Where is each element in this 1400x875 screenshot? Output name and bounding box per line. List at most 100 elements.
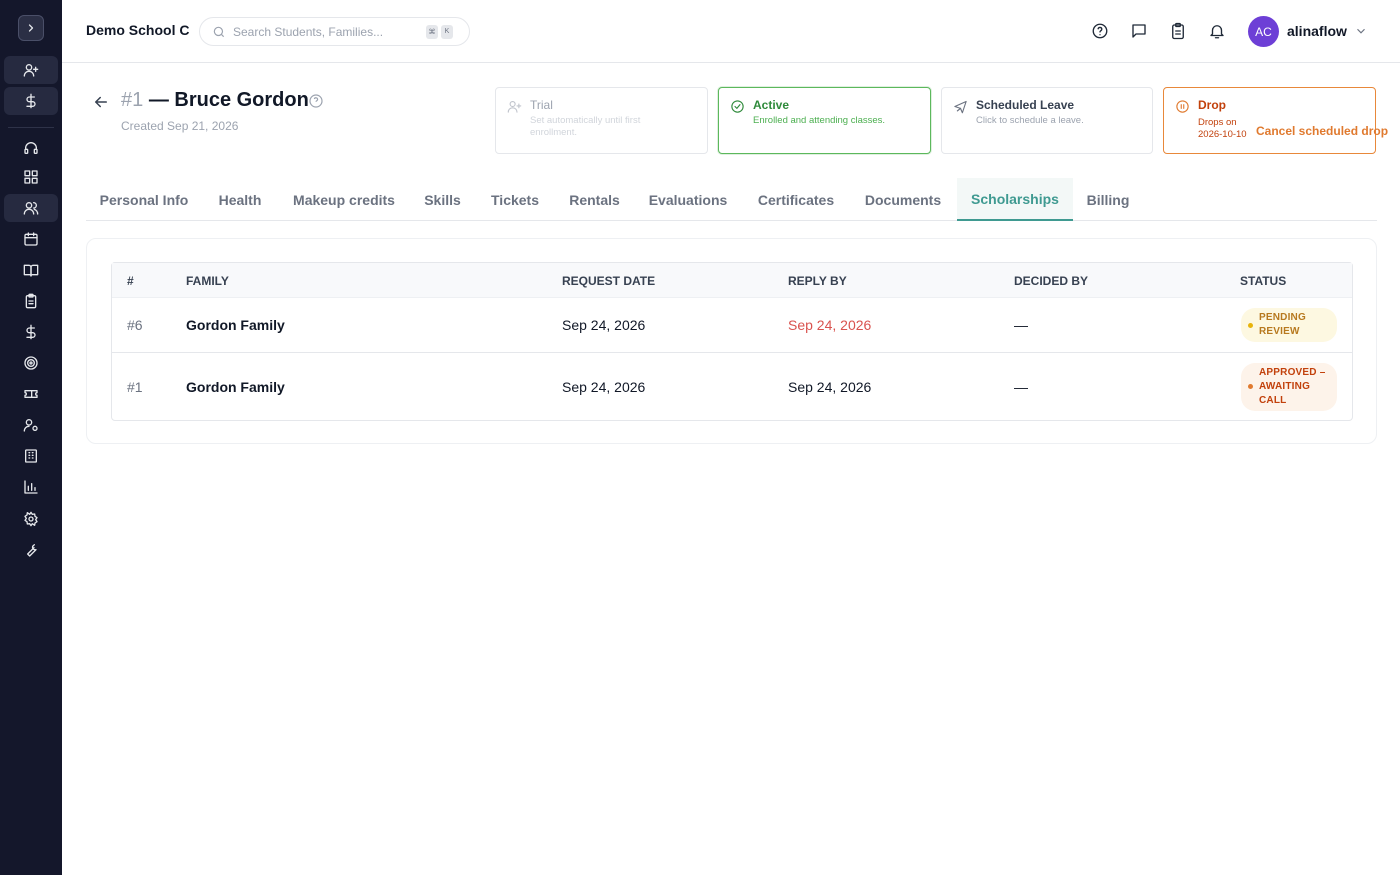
scholarships-table: # FAMILY REQUEST DATE REPLY BY DECIDED B… — [111, 262, 1353, 421]
column-header-family: FAMILY — [186, 273, 229, 288]
notifications-button[interactable] — [1206, 20, 1228, 42]
status-card-label: Scheduled Leave — [976, 98, 1075, 112]
search-input[interactable] — [233, 24, 423, 39]
status-card-description: Set automatically until first enrollment… — [530, 115, 641, 138]
row-request-date: Sep 24, 2026 — [562, 378, 646, 395]
scholarships-panel: # FAMILY REQUEST DATE REPLY BY DECIDED B… — [86, 238, 1377, 444]
help-circle-icon — [1092, 23, 1108, 39]
column-header-status: STATUS — [1240, 273, 1287, 288]
ticket-icon — [24, 390, 38, 398]
dollar-icon — [26, 93, 36, 109]
sidebar-item-payments[interactable] — [4, 87, 58, 115]
tab-evaluations[interactable]: Evaluations — [634, 178, 742, 221]
sidebar-item-calendar[interactable] — [4, 225, 58, 253]
search-icon — [213, 26, 225, 37]
tab-documents[interactable]: Documents — [850, 178, 956, 221]
table-header — [112, 263, 1352, 298]
status-card-label: Drop — [1198, 98, 1226, 112]
sidebar-item-staff[interactable] — [4, 411, 58, 439]
table-row[interactable]: #1 Gordon Family Sep 24, 2026 Sep 24, 20… — [112, 353, 1352, 420]
sidebar-item-billing[interactable] — [4, 318, 58, 346]
messages-button[interactable] — [1128, 20, 1150, 42]
tab-bar: Personal Info Health Makeup credits Skil… — [86, 178, 1377, 221]
sidebar-item-reports[interactable] — [4, 473, 58, 501]
table-row[interactable]: #6 Gordon Family Sep 24, 2026 Sep 24, 20… — [112, 298, 1352, 353]
target-icon — [24, 356, 38, 370]
status-card-description: Click to schedule a leave. — [976, 115, 1084, 126]
tab-billing[interactable]: Billing — [1073, 178, 1143, 221]
student-name: Bruce Gordon — [174, 89, 309, 111]
sidebar-divider — [8, 127, 54, 128]
cancel-scheduled-drop-link[interactable]: Cancel scheduled drop — [1256, 124, 1388, 138]
headset-icon — [24, 142, 38, 154]
status-card-label: Active — [753, 98, 790, 112]
help-circle-icon — [309, 94, 323, 108]
chevron-right-icon — [28, 24, 34, 32]
sidebar-toggle-button[interactable] — [18, 15, 44, 41]
avatar[interactable]: AC — [1248, 16, 1279, 47]
check-circle-icon — [730, 99, 745, 114]
tab-tickets[interactable]: Tickets — [475, 178, 555, 221]
status-card-description: Enrolled and attending classes. — [753, 115, 886, 126]
page-title: #1 — Bruce Gordon — [121, 89, 309, 112]
sidebar — [0, 0, 62, 875]
row-family[interactable]: Gordon Family — [186, 298, 285, 352]
app-root: Demo School C ⌘ K AC alinaflow #1 — — [0, 0, 1400, 875]
user-plus-icon — [23, 63, 39, 77]
back-button[interactable] — [92, 93, 110, 111]
chevron-down-icon — [1357, 28, 1365, 34]
arrow-left-icon — [95, 96, 107, 108]
sidebar-item-tools[interactable] — [4, 536, 58, 564]
status-card-active[interactable]: Active Enrolled and attending classes. — [718, 87, 931, 154]
sidebar-item-courses[interactable] — [4, 256, 58, 284]
tab-personal-info[interactable]: Personal Info — [86, 178, 202, 221]
tab-rentals[interactable]: Rentals — [555, 178, 634, 221]
tab-skills[interactable]: Skills — [410, 178, 475, 221]
bar-chart-icon — [24, 480, 38, 494]
tab-makeup-credits[interactable]: Makeup credits — [278, 178, 410, 221]
sidebar-item-tasks[interactable] — [4, 287, 58, 315]
building-icon — [25, 449, 37, 463]
row-reply-by: Sep 24, 2026 — [788, 378, 872, 395]
sidebar-item-locations[interactable] — [4, 442, 58, 470]
clipboard-icon — [25, 293, 37, 309]
tab-scholarships[interactable]: Scholarships — [957, 178, 1073, 221]
sidebar-item-goals[interactable] — [4, 349, 58, 377]
sidebar-item-settings[interactable] — [4, 505, 58, 533]
status-card-trial[interactable]: Trial Set automatically until first enro… — [495, 87, 708, 154]
row-id: #1 — [127, 378, 143, 395]
sidebar-item-support[interactable] — [4, 134, 58, 162]
user-plus-icon — [507, 99, 522, 114]
book-icon — [23, 264, 39, 277]
username[interactable]: alinaflow — [1287, 23, 1347, 39]
row-family[interactable]: Gordon Family — [186, 353, 285, 420]
tab-certificates[interactable]: Certificates — [742, 178, 850, 221]
top-bar: Demo School C ⌘ K AC alinaflow — [62, 0, 1400, 63]
title-separator: — — [148, 89, 169, 111]
sidebar-item-dashboard[interactable] — [4, 163, 58, 191]
users-icon — [23, 202, 39, 215]
pause-circle-icon — [1175, 99, 1190, 114]
chat-icon — [1132, 24, 1146, 38]
user-gear-icon — [23, 419, 38, 432]
status-card-scheduled-leave[interactable]: Scheduled Leave Click to schedule a leav… — [941, 87, 1153, 154]
sidebar-item-students[interactable] — [4, 194, 58, 222]
column-header-request-date: REQUEST DATE — [562, 273, 656, 288]
calendar-icon — [24, 232, 38, 246]
tasks-button[interactable] — [1167, 20, 1189, 42]
user-menu-toggle[interactable] — [1354, 24, 1368, 38]
tab-health[interactable]: Health — [202, 178, 278, 221]
sidebar-item-add-student[interactable] — [4, 56, 58, 84]
status-card-drop[interactable]: Drop Drops on 2026-10-10 Cancel schedule… — [1163, 87, 1388, 154]
status-help-button[interactable] — [308, 93, 324, 109]
clipboard-icon — [1172, 22, 1184, 40]
help-button[interactable] — [1089, 20, 1111, 42]
school-name[interactable]: Demo School C — [86, 22, 189, 38]
wrench-icon — [26, 544, 37, 557]
global-search[interactable]: ⌘ K — [199, 17, 470, 46]
row-request-date: Sep 24, 2026 — [562, 317, 646, 333]
column-header-decided-by: DECIDED BY — [1014, 273, 1089, 288]
sidebar-item-tickets[interactable] — [4, 380, 58, 408]
created-date: Created Sep 21, 2026 — [121, 119, 239, 133]
status-card-label: Trial — [530, 98, 553, 112]
